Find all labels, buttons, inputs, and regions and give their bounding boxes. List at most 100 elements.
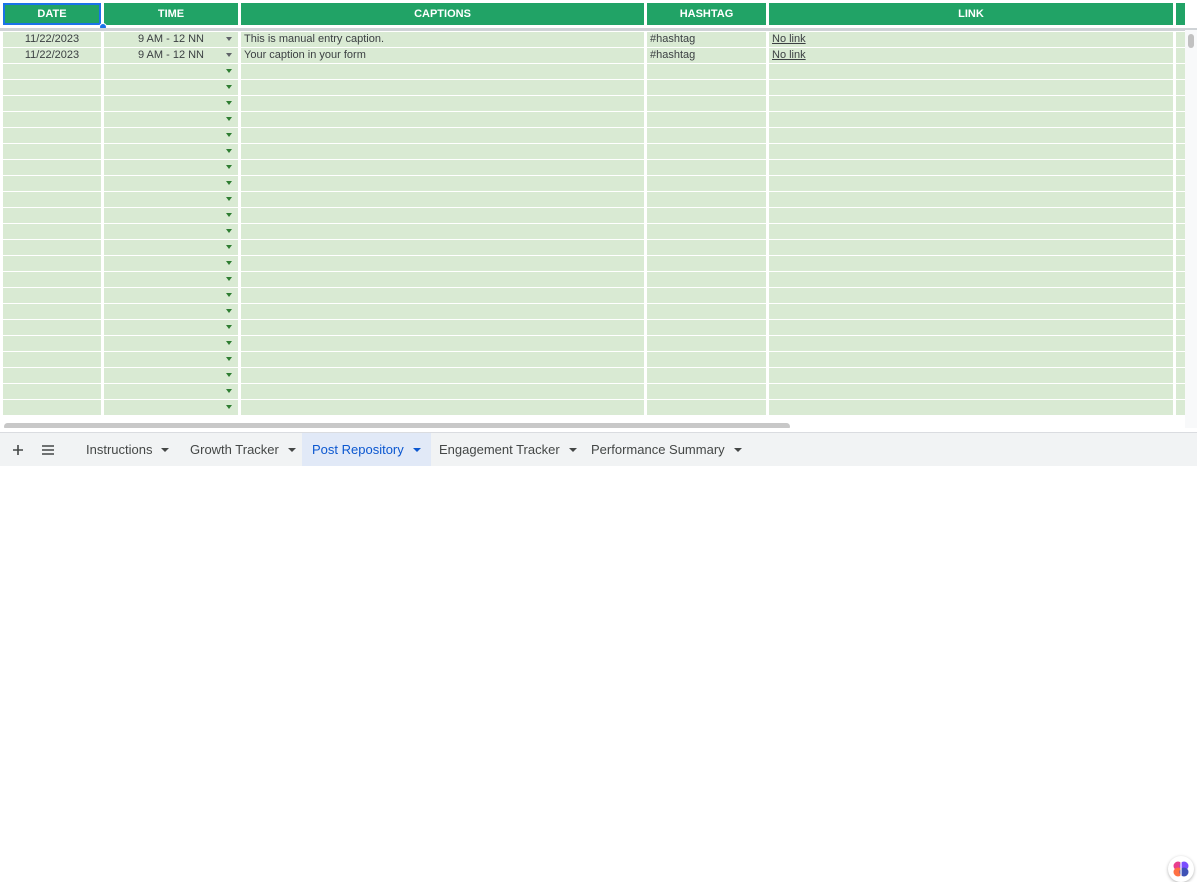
cell-date[interactable] (3, 64, 101, 79)
cell-extra[interactable] (1176, 400, 1185, 415)
cell-link[interactable] (769, 240, 1173, 255)
cell-caption[interactable] (241, 336, 644, 351)
cell-link[interactable] (769, 368, 1173, 383)
cell-caption[interactable]: Your caption in your form (241, 48, 644, 63)
cell-caption[interactable] (241, 192, 644, 207)
cell-hashtag[interactable] (647, 384, 766, 399)
cell-time[interactable] (104, 400, 238, 415)
cell-time[interactable] (104, 352, 238, 367)
cell-link[interactable] (769, 96, 1173, 111)
cell-caption[interactable] (241, 144, 644, 159)
cell-date[interactable] (3, 288, 101, 303)
cell-extra[interactable] (1176, 272, 1185, 287)
cell-time[interactable]: 9 AM - 12 NN (104, 32, 238, 47)
cell-date[interactable] (3, 336, 101, 351)
chevron-down-icon[interactable] (226, 69, 232, 73)
cell-caption[interactable] (241, 320, 644, 335)
chevron-down-icon[interactable] (226, 261, 232, 265)
cell-link[interactable] (769, 160, 1173, 175)
cell-extra[interactable] (1176, 384, 1185, 399)
chevron-down-icon[interactable] (226, 325, 232, 329)
cell-link[interactable] (769, 320, 1173, 335)
chevron-down-icon[interactable] (226, 37, 232, 41)
cell-time[interactable] (104, 128, 238, 143)
cell-time[interactable] (104, 336, 238, 351)
sheet-tab[interactable]: Post Repository (302, 433, 431, 466)
chevron-down-icon[interactable] (226, 293, 232, 297)
cell-hashtag[interactable] (647, 336, 766, 351)
cell-link[interactable] (769, 288, 1173, 303)
cell-extra[interactable] (1176, 96, 1185, 111)
cell-hashtag[interactable] (647, 160, 766, 175)
cell-extra[interactable] (1176, 48, 1185, 63)
chevron-down-icon[interactable] (226, 149, 232, 153)
cell-caption[interactable] (241, 80, 644, 95)
cell-hashtag[interactable] (647, 368, 766, 383)
cell-caption[interactable] (241, 352, 644, 367)
brain-ai-icon[interactable] (1168, 856, 1194, 882)
cell-extra[interactable] (1176, 192, 1185, 207)
cell-time[interactable] (104, 208, 238, 223)
chevron-down-icon[interactable] (226, 341, 232, 345)
cell-link[interactable] (769, 128, 1173, 143)
cell-extra[interactable] (1176, 112, 1185, 127)
header-date[interactable]: DATE (3, 3, 101, 25)
cell-link[interactable] (769, 144, 1173, 159)
cell-time[interactable] (104, 304, 238, 319)
cell-extra[interactable] (1176, 288, 1185, 303)
link-text[interactable]: No link (772, 49, 806, 61)
cell-hashtag[interactable]: #hashtag (647, 48, 766, 63)
cell-time[interactable] (104, 224, 238, 239)
cell-hashtag[interactable] (647, 400, 766, 415)
cell-extra[interactable] (1176, 368, 1185, 383)
cell-hashtag[interactable] (647, 224, 766, 239)
cell-date[interactable] (3, 352, 101, 367)
cell-extra[interactable] (1176, 336, 1185, 351)
chevron-down-icon[interactable] (226, 277, 232, 281)
cell-link[interactable] (769, 112, 1173, 127)
cell-link[interactable] (769, 176, 1173, 191)
cell-time[interactable] (104, 192, 238, 207)
cell-date[interactable] (3, 208, 101, 223)
cell-link[interactable] (769, 224, 1173, 239)
cell-time[interactable] (104, 96, 238, 111)
cell-link[interactable]: No link (769, 48, 1173, 63)
cell-hashtag[interactable] (647, 96, 766, 111)
cell-time[interactable]: 9 AM - 12 NN (104, 48, 238, 63)
chevron-down-icon[interactable] (226, 357, 232, 361)
cell-extra[interactable] (1176, 240, 1185, 255)
cell-time[interactable] (104, 368, 238, 383)
cell-time[interactable] (104, 256, 238, 271)
chevron-down-icon[interactable] (226, 85, 232, 89)
cell-time[interactable] (104, 384, 238, 399)
cell-extra[interactable] (1176, 208, 1185, 223)
cell-caption[interactable] (241, 112, 644, 127)
cell-date[interactable] (3, 368, 101, 383)
cell-hashtag[interactable]: #hashtag (647, 32, 766, 47)
cell-time[interactable] (104, 176, 238, 191)
cell-extra[interactable] (1176, 224, 1185, 239)
cell-extra[interactable] (1176, 80, 1185, 95)
cell-link[interactable] (769, 272, 1173, 287)
cell-time[interactable] (104, 160, 238, 175)
cell-date[interactable] (3, 176, 101, 191)
horizontal-scroll-thumb[interactable] (4, 423, 790, 428)
cell-date[interactable] (3, 144, 101, 159)
cell-link[interactable] (769, 336, 1173, 351)
cell-link[interactable] (769, 80, 1173, 95)
cell-time[interactable] (104, 240, 238, 255)
sheet-tab[interactable]: Instructions (76, 433, 179, 466)
chevron-down-icon[interactable] (226, 133, 232, 137)
cell-hashtag[interactable] (647, 320, 766, 335)
header-link[interactable]: LINK (769, 3, 1173, 25)
cell-caption[interactable] (241, 256, 644, 271)
cell-link[interactable] (769, 304, 1173, 319)
chevron-down-icon[interactable] (226, 197, 232, 201)
cell-time[interactable] (104, 272, 238, 287)
cell-time[interactable] (104, 80, 238, 95)
cell-hashtag[interactable] (647, 352, 766, 367)
cell-caption[interactable] (241, 240, 644, 255)
cell-hashtag[interactable] (647, 240, 766, 255)
cell-date[interactable]: 11/22/2023 (3, 48, 101, 63)
cell-hashtag[interactable] (647, 192, 766, 207)
